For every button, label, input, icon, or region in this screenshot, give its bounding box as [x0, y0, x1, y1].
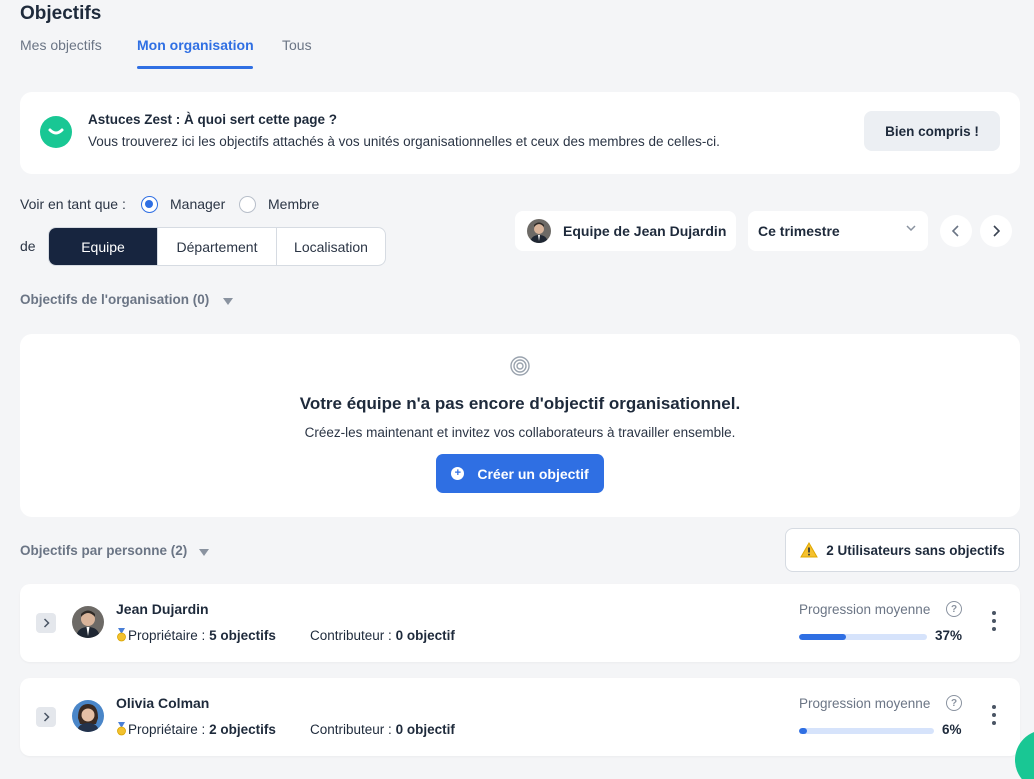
scope-localisation[interactable]: Localisation: [277, 228, 385, 265]
radio-manager-label[interactable]: Manager: [170, 196, 225, 212]
radio-membre[interactable]: [239, 196, 256, 213]
radio-membre-label[interactable]: Membre: [268, 196, 319, 212]
create-objective-label: Créer un objectif: [477, 465, 589, 482]
contributor-label: Contributeur :: [310, 722, 392, 737]
avatar: [72, 606, 104, 638]
help-icon[interactable]: ?: [946, 601, 962, 617]
chevron-right-icon: [43, 618, 50, 628]
owner-value: 2 objectifs: [209, 722, 276, 737]
progress-fill: [799, 634, 847, 640]
avatar: [527, 219, 551, 243]
view-as-label: Voir en tant que :: [20, 196, 126, 212]
more-options-icon[interactable]: [988, 705, 1000, 725]
progress-bar: [799, 634, 927, 640]
person-row-jean-dujardin: Jean Dujardin Propriétaire : 5 objectifs…: [20, 584, 1020, 662]
expand-row-button[interactable]: [36, 707, 56, 727]
owner-count: Propriétaire : 5 objectifs: [116, 628, 276, 643]
zest-logo-icon: [40, 116, 72, 148]
chevron-right-icon: [43, 712, 50, 722]
plus-circle-icon: +: [451, 467, 465, 480]
team-name: Equipe de Jean Dujardin: [563, 223, 727, 239]
users-without-objectives-button[interactable]: 2 Utilisateurs sans objectifs: [785, 528, 1020, 572]
page-title: Objectifs: [20, 3, 102, 24]
progress-percent: 6%: [942, 722, 962, 737]
scope-departement[interactable]: Département: [158, 228, 277, 265]
period-select[interactable]: Ce trimestre: [748, 211, 928, 251]
tip-card: Astuces Zest : À quoi sert cette page ? …: [20, 92, 1020, 174]
caret-down-icon[interactable]: [223, 298, 233, 305]
scope-equipe[interactable]: Equipe: [49, 228, 158, 265]
progress-fill: [799, 728, 808, 734]
period-value: Ce trimestre: [758, 223, 840, 239]
warning-icon: [800, 542, 819, 558]
help-icon[interactable]: ?: [946, 695, 962, 711]
previous-period-button[interactable]: [940, 215, 972, 247]
expand-row-button[interactable]: [36, 613, 56, 633]
contributor-label: Contributeur :: [310, 628, 392, 643]
empty-state-card: Votre équipe n'a pas encore d'objectif o…: [20, 334, 1020, 517]
active-tab-indicator: [137, 66, 253, 69]
radio-manager[interactable]: [141, 196, 158, 213]
tip-text: Vous trouverez ici les objectifs attaché…: [88, 134, 720, 149]
next-period-button[interactable]: [980, 215, 1012, 247]
users-without-objectives-label: 2 Utilisateurs sans objectifs: [826, 542, 1005, 558]
progress-label: Progression moyenne: [799, 696, 931, 711]
contributor-value: 0 objectif: [395, 722, 455, 737]
tab-mon-organisation[interactable]: Mon organisation: [137, 37, 254, 53]
person-name[interactable]: Olivia Colman: [116, 695, 209, 711]
tab-tous[interactable]: Tous: [282, 37, 312, 53]
chevron-right-icon: [993, 225, 1000, 237]
team-selector[interactable]: Equipe de Jean Dujardin: [515, 211, 736, 251]
tip-title: Astuces Zest : À quoi sert cette page ?: [88, 112, 338, 127]
chevron-left-icon: [952, 225, 959, 237]
owner-value: 5 objectifs: [209, 628, 276, 643]
progress-percent: 37%: [935, 628, 963, 643]
scope-segmented-control: Equipe Département Localisation: [48, 227, 386, 266]
scope-label: de: [20, 238, 36, 254]
create-objective-button[interactable]: + Créer un objectif: [436, 454, 604, 493]
empty-state-title: Votre équipe n'a pas encore d'objectif o…: [299, 394, 741, 413]
empty-state-text: Créez-les maintenant et invitez vos coll…: [304, 425, 736, 440]
chevron-down-icon: [906, 225, 916, 231]
contributor-count: Contributeur : 0 objectif: [310, 722, 455, 737]
contributor-count: Contributeur : 0 objectif: [310, 628, 455, 643]
org-objectives-title[interactable]: Objectifs de l'organisation (0): [20, 292, 209, 307]
more-options-icon[interactable]: [988, 611, 1000, 631]
tab-mes-objectifs[interactable]: Mes objectifs: [20, 37, 102, 53]
person-name[interactable]: Jean Dujardin: [116, 601, 209, 617]
target-icon: [510, 356, 530, 381]
contributor-value: 0 objectif: [395, 628, 455, 643]
owner-label: Propriétaire :: [128, 722, 206, 737]
medal-icon: [117, 722, 126, 736]
dismiss-tip-button[interactable]: Bien compris !: [864, 111, 1000, 151]
owner-label: Propriétaire :: [128, 628, 206, 643]
owner-count: Propriétaire : 2 objectifs: [116, 722, 276, 737]
progress-label: Progression moyenne: [799, 602, 931, 617]
caret-down-icon[interactable]: [199, 549, 209, 556]
avatar: [72, 700, 104, 732]
medal-icon: [117, 628, 126, 642]
person-row-olivia-colman: Olivia Colman Propriétaire : 2 objectifs…: [20, 678, 1020, 756]
progress-bar: [799, 728, 934, 734]
people-objectives-title[interactable]: Objectifs par personne (2): [20, 543, 187, 558]
